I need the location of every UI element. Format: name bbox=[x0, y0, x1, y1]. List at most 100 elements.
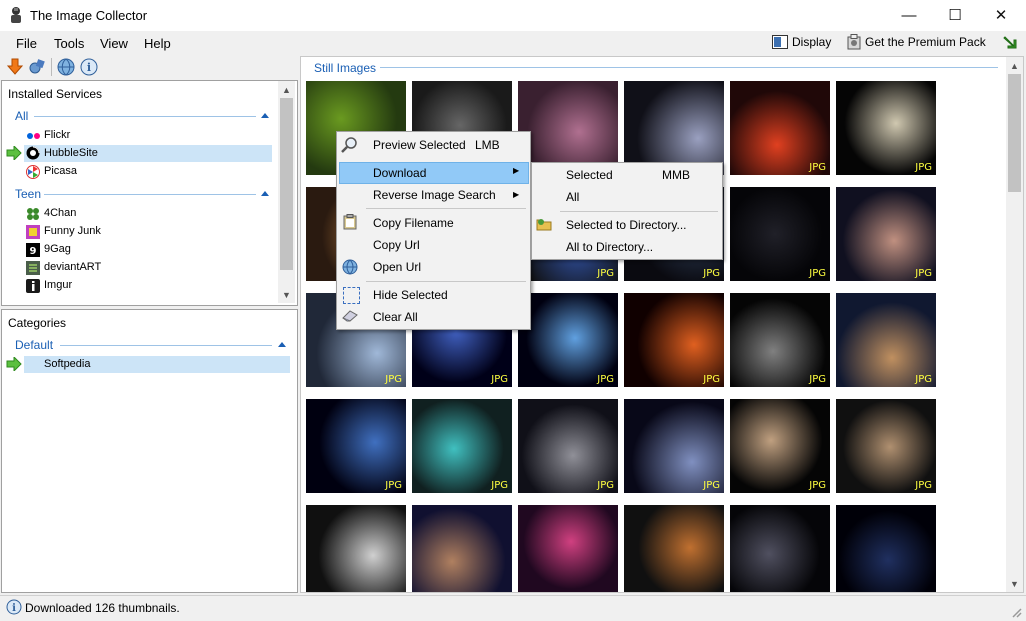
magnifier-icon bbox=[341, 136, 359, 154]
group-teen-header[interactable]: Teen bbox=[15, 187, 41, 201]
menu-view[interactable]: View bbox=[100, 36, 128, 51]
group-all-header[interactable]: All bbox=[15, 109, 28, 123]
submenu-all[interactable]: All bbox=[566, 190, 579, 204]
flickr-icon bbox=[26, 131, 42, 141]
group-default-header[interactable]: Default bbox=[15, 338, 53, 352]
section-divider bbox=[380, 67, 998, 68]
go-arrow-icon[interactable] bbox=[1002, 34, 1018, 50]
menu-copy-filename[interactable]: Copy Filename bbox=[373, 216, 454, 230]
submenu-all-to-directory[interactable]: All to Directory... bbox=[566, 240, 653, 254]
info-icon[interactable]: i bbox=[80, 58, 98, 76]
globe-icon[interactable] bbox=[57, 58, 75, 76]
resize-grip-icon[interactable] bbox=[1010, 606, 1022, 618]
image-thumbnail[interactable] bbox=[412, 505, 512, 592]
image-thumbnail[interactable] bbox=[624, 81, 724, 175]
menu-file[interactable]: File bbox=[16, 36, 37, 51]
image-thumbnail[interactable]: JPG bbox=[624, 399, 724, 493]
menu-download[interactable]: Download bbox=[373, 166, 426, 180]
image-thumbnail[interactable] bbox=[306, 505, 406, 592]
installed-services-title: Installed Services bbox=[8, 87, 103, 101]
menu-copy-url[interactable]: Copy Url bbox=[373, 238, 420, 252]
selected-arrow-icon bbox=[6, 144, 22, 162]
scroll-down-icon[interactable]: ▼ bbox=[282, 290, 291, 300]
menu-tools[interactable]: Tools bbox=[54, 36, 84, 51]
selected-arrow-icon bbox=[6, 355, 22, 373]
service-picasa[interactable]: Picasa bbox=[44, 165, 77, 177]
scroll-up-icon[interactable]: ▲ bbox=[282, 85, 291, 95]
collapse-teen-icon[interactable] bbox=[261, 191, 269, 196]
jpg-badge: JPG bbox=[915, 374, 932, 385]
submenu-selected-to-directory[interactable]: Selected to Directory... bbox=[566, 218, 687, 232]
premium-pack-button[interactable]: Get the Premium Pack bbox=[865, 35, 986, 49]
image-thumbnail[interactable]: JPG bbox=[518, 293, 618, 387]
category-softpedia[interactable]: Softpedia bbox=[44, 358, 90, 370]
image-thumbnail[interactable]: JPG bbox=[730, 293, 830, 387]
collapse-all-icon[interactable] bbox=[261, 113, 269, 118]
image-thumbnail[interactable]: JPG bbox=[306, 399, 406, 493]
service-imgur[interactable]: Imgur bbox=[44, 279, 72, 291]
service-9gag[interactable]: 9Gag bbox=[44, 243, 71, 255]
image-thumbnail[interactable] bbox=[836, 505, 936, 592]
image-thumbnail[interactable]: JPG bbox=[624, 293, 724, 387]
jpg-badge: JPG bbox=[385, 374, 402, 385]
menu-help[interactable]: Help bbox=[144, 36, 171, 51]
imgur-icon bbox=[26, 279, 40, 293]
folder-icon bbox=[536, 217, 552, 231]
svg-text:i: i bbox=[12, 603, 16, 614]
display-icon[interactable] bbox=[772, 35, 788, 49]
jpg-badge: JPG bbox=[703, 374, 720, 385]
menu-hide-selected[interactable]: Hide Selected bbox=[373, 288, 448, 302]
deviantart-icon bbox=[26, 261, 40, 275]
image-thumbnail[interactable]: JPG bbox=[730, 187, 830, 281]
jpg-badge: JPG bbox=[491, 374, 508, 385]
image-thumbnail[interactable]: JPG bbox=[730, 81, 830, 175]
jpg-badge: JPG bbox=[597, 480, 614, 491]
menu-separator bbox=[366, 281, 526, 282]
collapse-default-icon[interactable] bbox=[278, 342, 286, 347]
group-divider bbox=[44, 194, 256, 195]
image-thumbnail[interactable] bbox=[730, 505, 830, 592]
jpg-badge: JPG bbox=[915, 480, 932, 491]
menu-open-url[interactable]: Open Url bbox=[373, 260, 421, 274]
image-thumbnail[interactable]: JPG bbox=[730, 399, 830, 493]
menu-separator bbox=[560, 211, 718, 212]
scrollbar-thumb[interactable] bbox=[280, 98, 293, 270]
4chan-icon bbox=[26, 207, 40, 221]
image-thumbnail[interactable]: JPG bbox=[836, 399, 936, 493]
image-thumbnail[interactable]: JPG bbox=[518, 399, 618, 493]
jpg-badge: JPG bbox=[915, 162, 932, 173]
image-thumbnail[interactable] bbox=[624, 505, 724, 592]
service-flickr[interactable]: Flickr bbox=[44, 129, 70, 141]
image-thumbnail[interactable]: JPG bbox=[836, 187, 936, 281]
display-button[interactable]: Display bbox=[792, 35, 831, 49]
minimize-button[interactable]: — bbox=[886, 0, 932, 31]
scroll-up-icon[interactable]: ▲ bbox=[1010, 61, 1019, 71]
close-button[interactable]: ✕ bbox=[978, 0, 1024, 31]
jpg-badge: JPG bbox=[915, 268, 932, 279]
info-icon: i bbox=[6, 599, 22, 615]
download-arrow-icon[interactable] bbox=[6, 58, 24, 76]
image-thumbnail[interactable] bbox=[518, 505, 618, 592]
image-thumbnail[interactable]: JPG bbox=[836, 81, 936, 175]
maximize-button[interactable]: ☐ bbox=[932, 0, 978, 31]
menu-preview-selected[interactable]: Preview Selected bbox=[373, 138, 466, 152]
service-4chan[interactable]: 4Chan bbox=[44, 207, 76, 219]
menu-clear-all[interactable]: Clear All bbox=[373, 310, 418, 324]
image-thumbnail[interactable] bbox=[518, 81, 618, 175]
premium-pack-icon[interactable] bbox=[846, 34, 862, 50]
menu-reverse-image-search[interactable]: Reverse Image Search bbox=[373, 188, 496, 202]
service-deviantart[interactable]: deviantART bbox=[44, 261, 101, 273]
categories-title: Categories bbox=[8, 316, 67, 330]
service-hubblesite[interactable]: HubbleSite bbox=[44, 147, 98, 159]
hubblesite-icon bbox=[26, 146, 40, 160]
picasa-icon bbox=[26, 165, 40, 179]
toolbar-separator bbox=[51, 58, 52, 76]
submenu-selected[interactable]: Selected bbox=[566, 168, 613, 182]
image-thumbnail[interactable]: JPG bbox=[412, 399, 512, 493]
service-funny-junk[interactable]: Funny Junk bbox=[44, 225, 101, 237]
tools-icon[interactable] bbox=[28, 58, 46, 76]
scroll-down-icon[interactable]: ▼ bbox=[1010, 579, 1019, 589]
scrollbar-thumb[interactable] bbox=[1008, 74, 1021, 192]
submenu-arrow-icon: ▶ bbox=[513, 166, 520, 175]
image-thumbnail[interactable]: JPG bbox=[836, 293, 936, 387]
